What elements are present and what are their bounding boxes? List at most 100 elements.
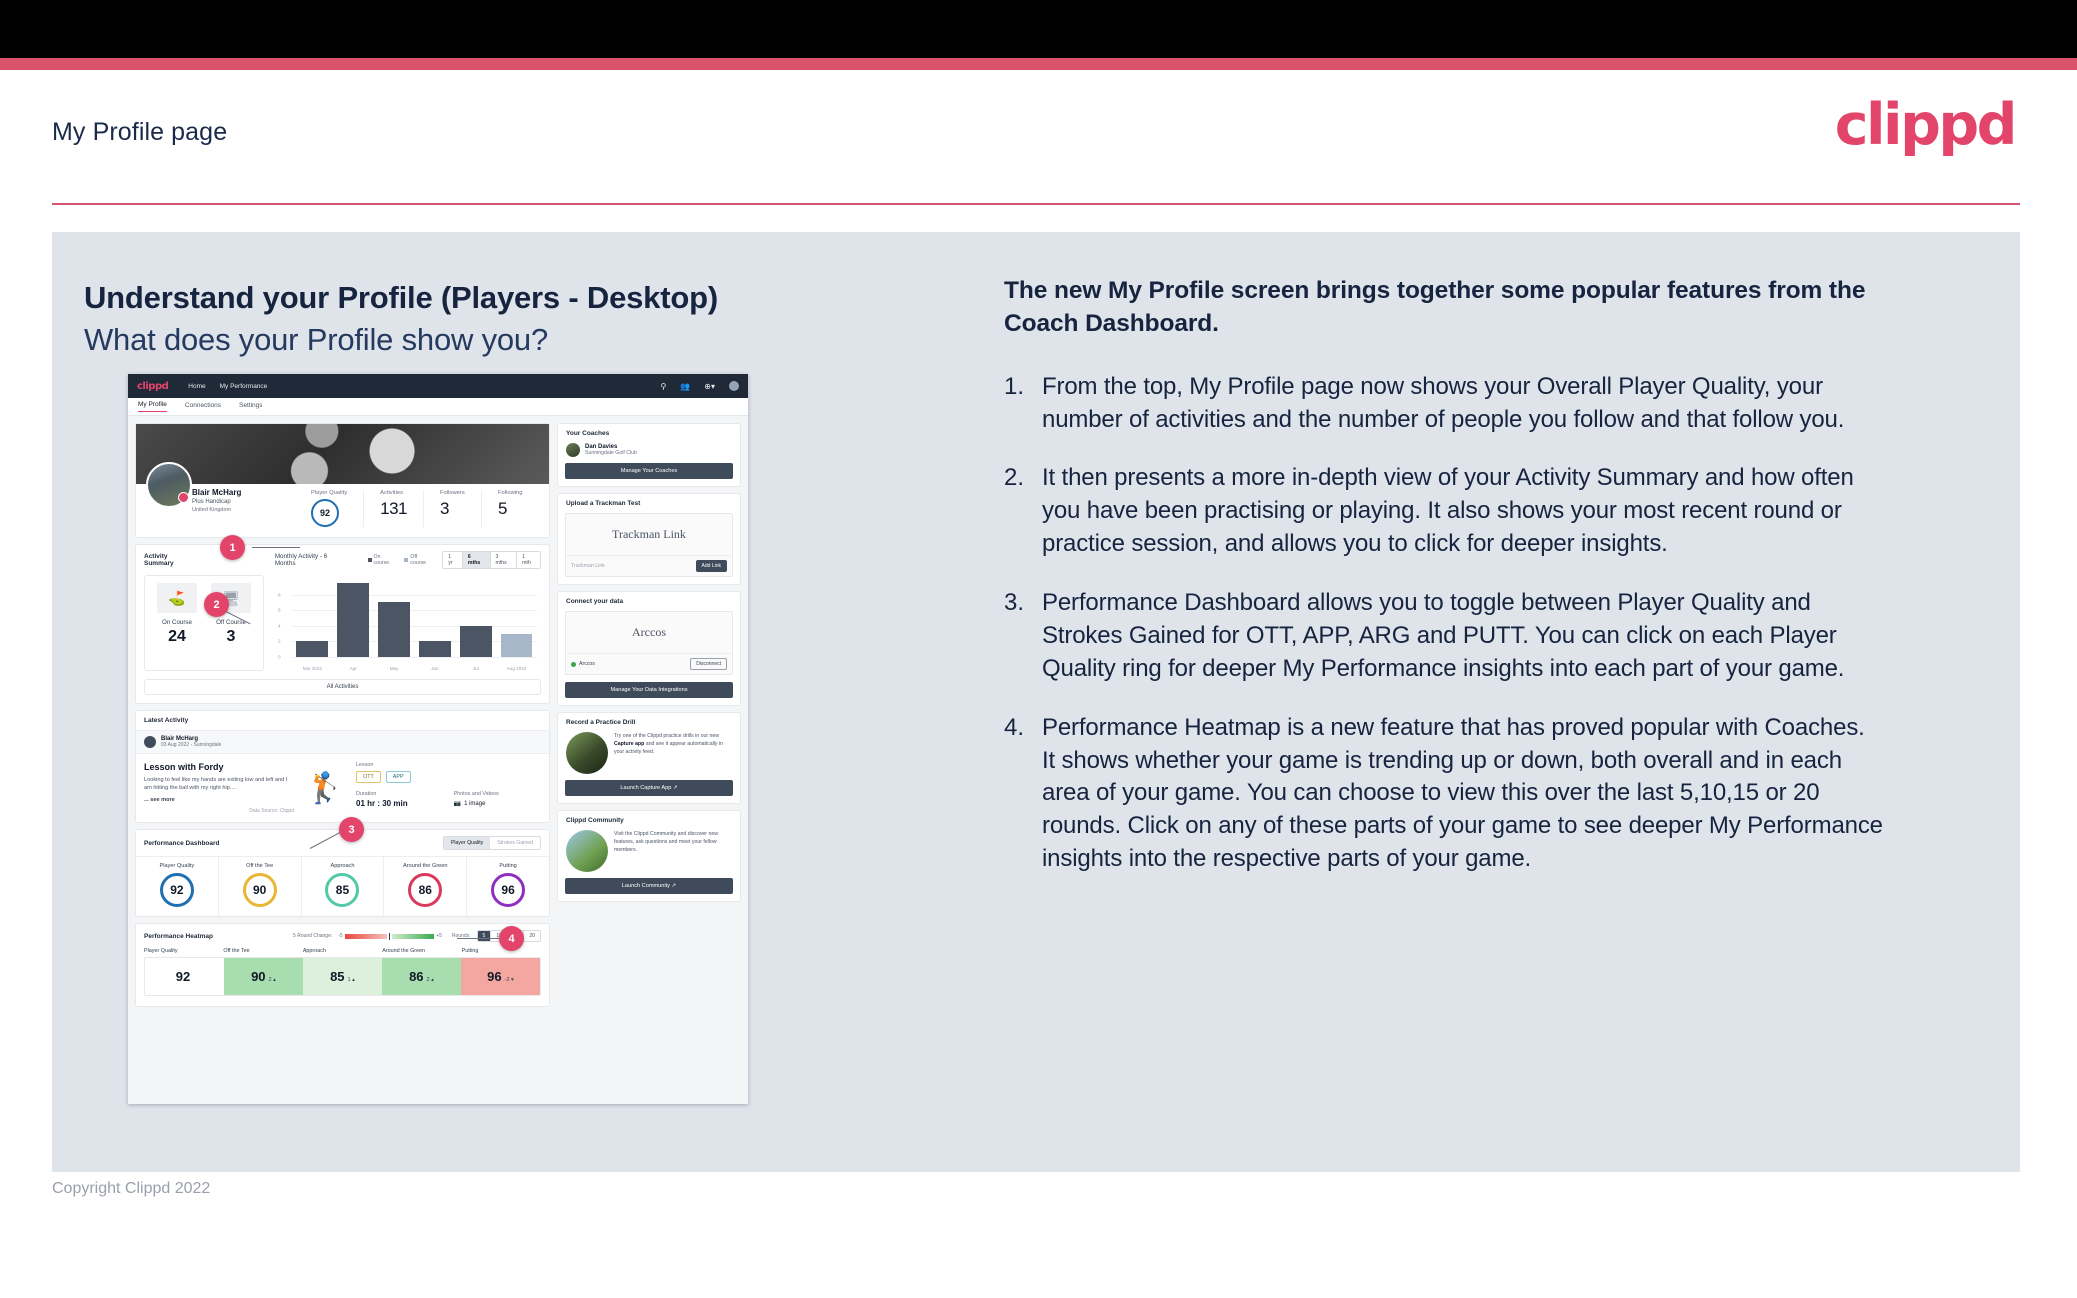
ring-player-quality[interactable]: 92	[159, 873, 194, 907]
avatar-icon[interactable]	[729, 381, 739, 391]
chart-x-tick: Aug 2022	[506, 666, 527, 671]
chart-bar[interactable]	[459, 625, 492, 657]
rounds-5[interactable]: 5	[477, 931, 491, 941]
hm-label-putting: Putting	[461, 948, 479, 954]
launch-community-label: Launch Community	[621, 883, 670, 889]
chart-bars	[292, 579, 537, 657]
callout-marker-3[interactable]: 3	[339, 817, 364, 842]
range-1yr[interactable]: 1 yr	[443, 552, 462, 568]
your-coaches-card: Your Coaches Dan Davies Sunningdale Golf…	[557, 423, 741, 487]
clippd-logo: clippd	[1834, 92, 2018, 158]
trackman-card: Upload a Trackman Test Trackman Link Tra…	[557, 493, 741, 585]
ring-cell-putting[interactable]: Putting 96	[466, 857, 549, 916]
disconnect-button[interactable]: Disconnect	[690, 658, 727, 670]
copy-item-3: 3. Performance Dashboard allows you to t…	[1004, 587, 1884, 686]
hm-cell-putting[interactable]: 96 -2 ▾	[461, 958, 540, 995]
people-icon[interactable]: 👥	[680, 382, 690, 391]
photos-label: Photos and Videos	[453, 791, 499, 797]
range-selector: 1 yr 6 mths 3 mths 1 mth	[442, 551, 541, 569]
ring-cell-off-the-tee[interactable]: Off the Tee 90	[217, 857, 301, 916]
manage-data-integrations-button[interactable]: Manage Your Data Integrations	[565, 682, 733, 698]
nav-link-home[interactable]: Home	[188, 383, 205, 390]
add-link-button[interactable]: Add Link	[695, 560, 727, 572]
launch-capture-app-button[interactable]: Launch Capture App ↗	[565, 780, 733, 796]
player-quality-ring[interactable]: 92	[311, 499, 340, 527]
stat-value-activities: 131	[380, 499, 407, 518]
ring-off-the-tee[interactable]: 90	[242, 873, 277, 907]
manage-your-coaches-button[interactable]: Manage Your Coaches	[565, 463, 733, 479]
ring-approach[interactable]: 85	[325, 873, 360, 907]
coach-row[interactable]: Dan Davies Sunningdale Golf Club	[558, 443, 740, 463]
activity-meta: 03 Aug 2022 - Sunningdale	[161, 742, 222, 748]
ring-putting[interactable]: 96	[491, 873, 526, 907]
chart-legend: On course Off course	[367, 554, 435, 566]
lesson-label: Lesson	[356, 762, 374, 768]
callout-marker-4[interactable]: 4	[499, 926, 524, 951]
tag-app[interactable]: APP	[385, 771, 411, 783]
chart-bar[interactable]	[296, 641, 329, 657]
ring-label-player-quality: Player Quality	[159, 863, 195, 869]
ring-label-off-the-tee: Off the Tee	[246, 863, 274, 869]
profile-handicap: Plus Handicap	[192, 499, 231, 505]
ring-cell-player-quality[interactable]: Player Quality 92	[136, 857, 218, 916]
ring-value-approach: 85	[335, 883, 350, 897]
chart-bar[interactable]	[337, 582, 370, 657]
launch-community-button[interactable]: Launch Community ↗	[565, 878, 733, 894]
add-circle-icon[interactable]: ⊕▾	[704, 382, 715, 391]
trackman-input[interactable]: Trackman Link	[571, 563, 605, 569]
tag-ott[interactable]: OTT	[356, 771, 381, 783]
hm-cell-player-quality[interactable]: 92	[145, 958, 224, 995]
range-1mth[interactable]: 1 mth	[516, 552, 540, 568]
stat-player-quality[interactable]: Player Quality 92	[295, 490, 363, 527]
connect-data-title: Connect your data	[566, 598, 624, 605]
ring-cell-around-the-green[interactable]: Around the Green 86	[383, 857, 466, 916]
range-6mths[interactable]: 6 mths	[461, 552, 490, 568]
range-3mths[interactable]: 3 mths	[489, 552, 517, 568]
tab-connections[interactable]: Connections	[185, 402, 221, 412]
course-counts: ⛳ On Course 24 🖥 Off Course 3	[144, 575, 264, 671]
ring-cell-approach[interactable]: Approach 85	[300, 857, 384, 916]
chart-x-tick: Mar 2022	[302, 666, 323, 671]
callout-marker-2[interactable]: 2	[204, 592, 229, 617]
edit-avatar-icon[interactable]	[178, 492, 189, 503]
page-header: My Profile page clippd	[0, 70, 2077, 205]
stat-label-player-quality: Player Quality	[311, 490, 348, 496]
copy-text-4: Performance Heatmap is a new feature tha…	[1042, 713, 1883, 873]
community-promo: Visit the Clippd Community and discover …	[558, 830, 740, 878]
hm-cell-around-the-green[interactable]: 86 2 ▴	[382, 958, 461, 995]
hm-value-around-the-green: 86	[409, 969, 424, 984]
activity-body: Looking to feel like my hands are exitin…	[144, 777, 288, 792]
nav-link-my-performance[interactable]: My Performance	[220, 383, 268, 390]
activity-user-avatar	[144, 736, 156, 748]
explanation-column: The new My Profile screen brings togethe…	[1004, 274, 1884, 902]
activity-text-block: Lesson with Fordy Looking to feel like m…	[144, 762, 294, 814]
tab-settings[interactable]: Settings	[239, 402, 263, 412]
chart-y-tick: 0	[278, 654, 281, 660]
tab-my-profile[interactable]: My Profile	[138, 401, 167, 412]
hm-cell-approach[interactable]: 85 1 ▴	[303, 958, 382, 995]
clippd-community-card: Clippd Community Visit the Clippd Commun…	[557, 810, 741, 902]
heatmap-column-labels: Player Quality Off the Tee Approach Arou…	[136, 948, 549, 954]
search-icon[interactable]: ⚲	[660, 382, 666, 391]
chart-gridline	[292, 657, 537, 658]
profile-meta: Blair McHarg Plus Handicap United Kingdo…	[192, 488, 270, 513]
ring-around-the-green[interactable]: 86	[408, 873, 443, 907]
toggle-strokes-gained[interactable]: Strokes Gained	[490, 837, 540, 849]
profile-avatar[interactable]	[146, 462, 192, 508]
toggle-player-quality[interactable]: Player Quality	[443, 837, 491, 849]
on-course-cell: ⛳ On Course 24	[154, 583, 200, 663]
chart-y-tick: 6	[278, 607, 281, 613]
chart-bar[interactable]	[418, 641, 451, 657]
hm-cell-off-the-tee[interactable]: 90 2 ▴	[224, 958, 303, 995]
ring-label-putting: Putting	[499, 863, 517, 869]
community-body: Visit the Clippd Community and discover …	[614, 831, 718, 854]
chart-y-tick: 2	[278, 638, 281, 644]
callout-marker-1[interactable]: 1	[220, 535, 245, 560]
see-more-link[interactable]: ... see more	[144, 797, 294, 803]
rounds-20[interactable]: 20	[523, 931, 540, 941]
copy-item-4: 4. Performance Heatmap is a new feature …	[1004, 712, 1884, 876]
all-activities-button[interactable]: All Activities	[144, 679, 541, 695]
stat-label-following: Following	[498, 490, 523, 496]
chart-bar[interactable]	[378, 602, 410, 657]
chart-bar[interactable]	[500, 633, 533, 657]
